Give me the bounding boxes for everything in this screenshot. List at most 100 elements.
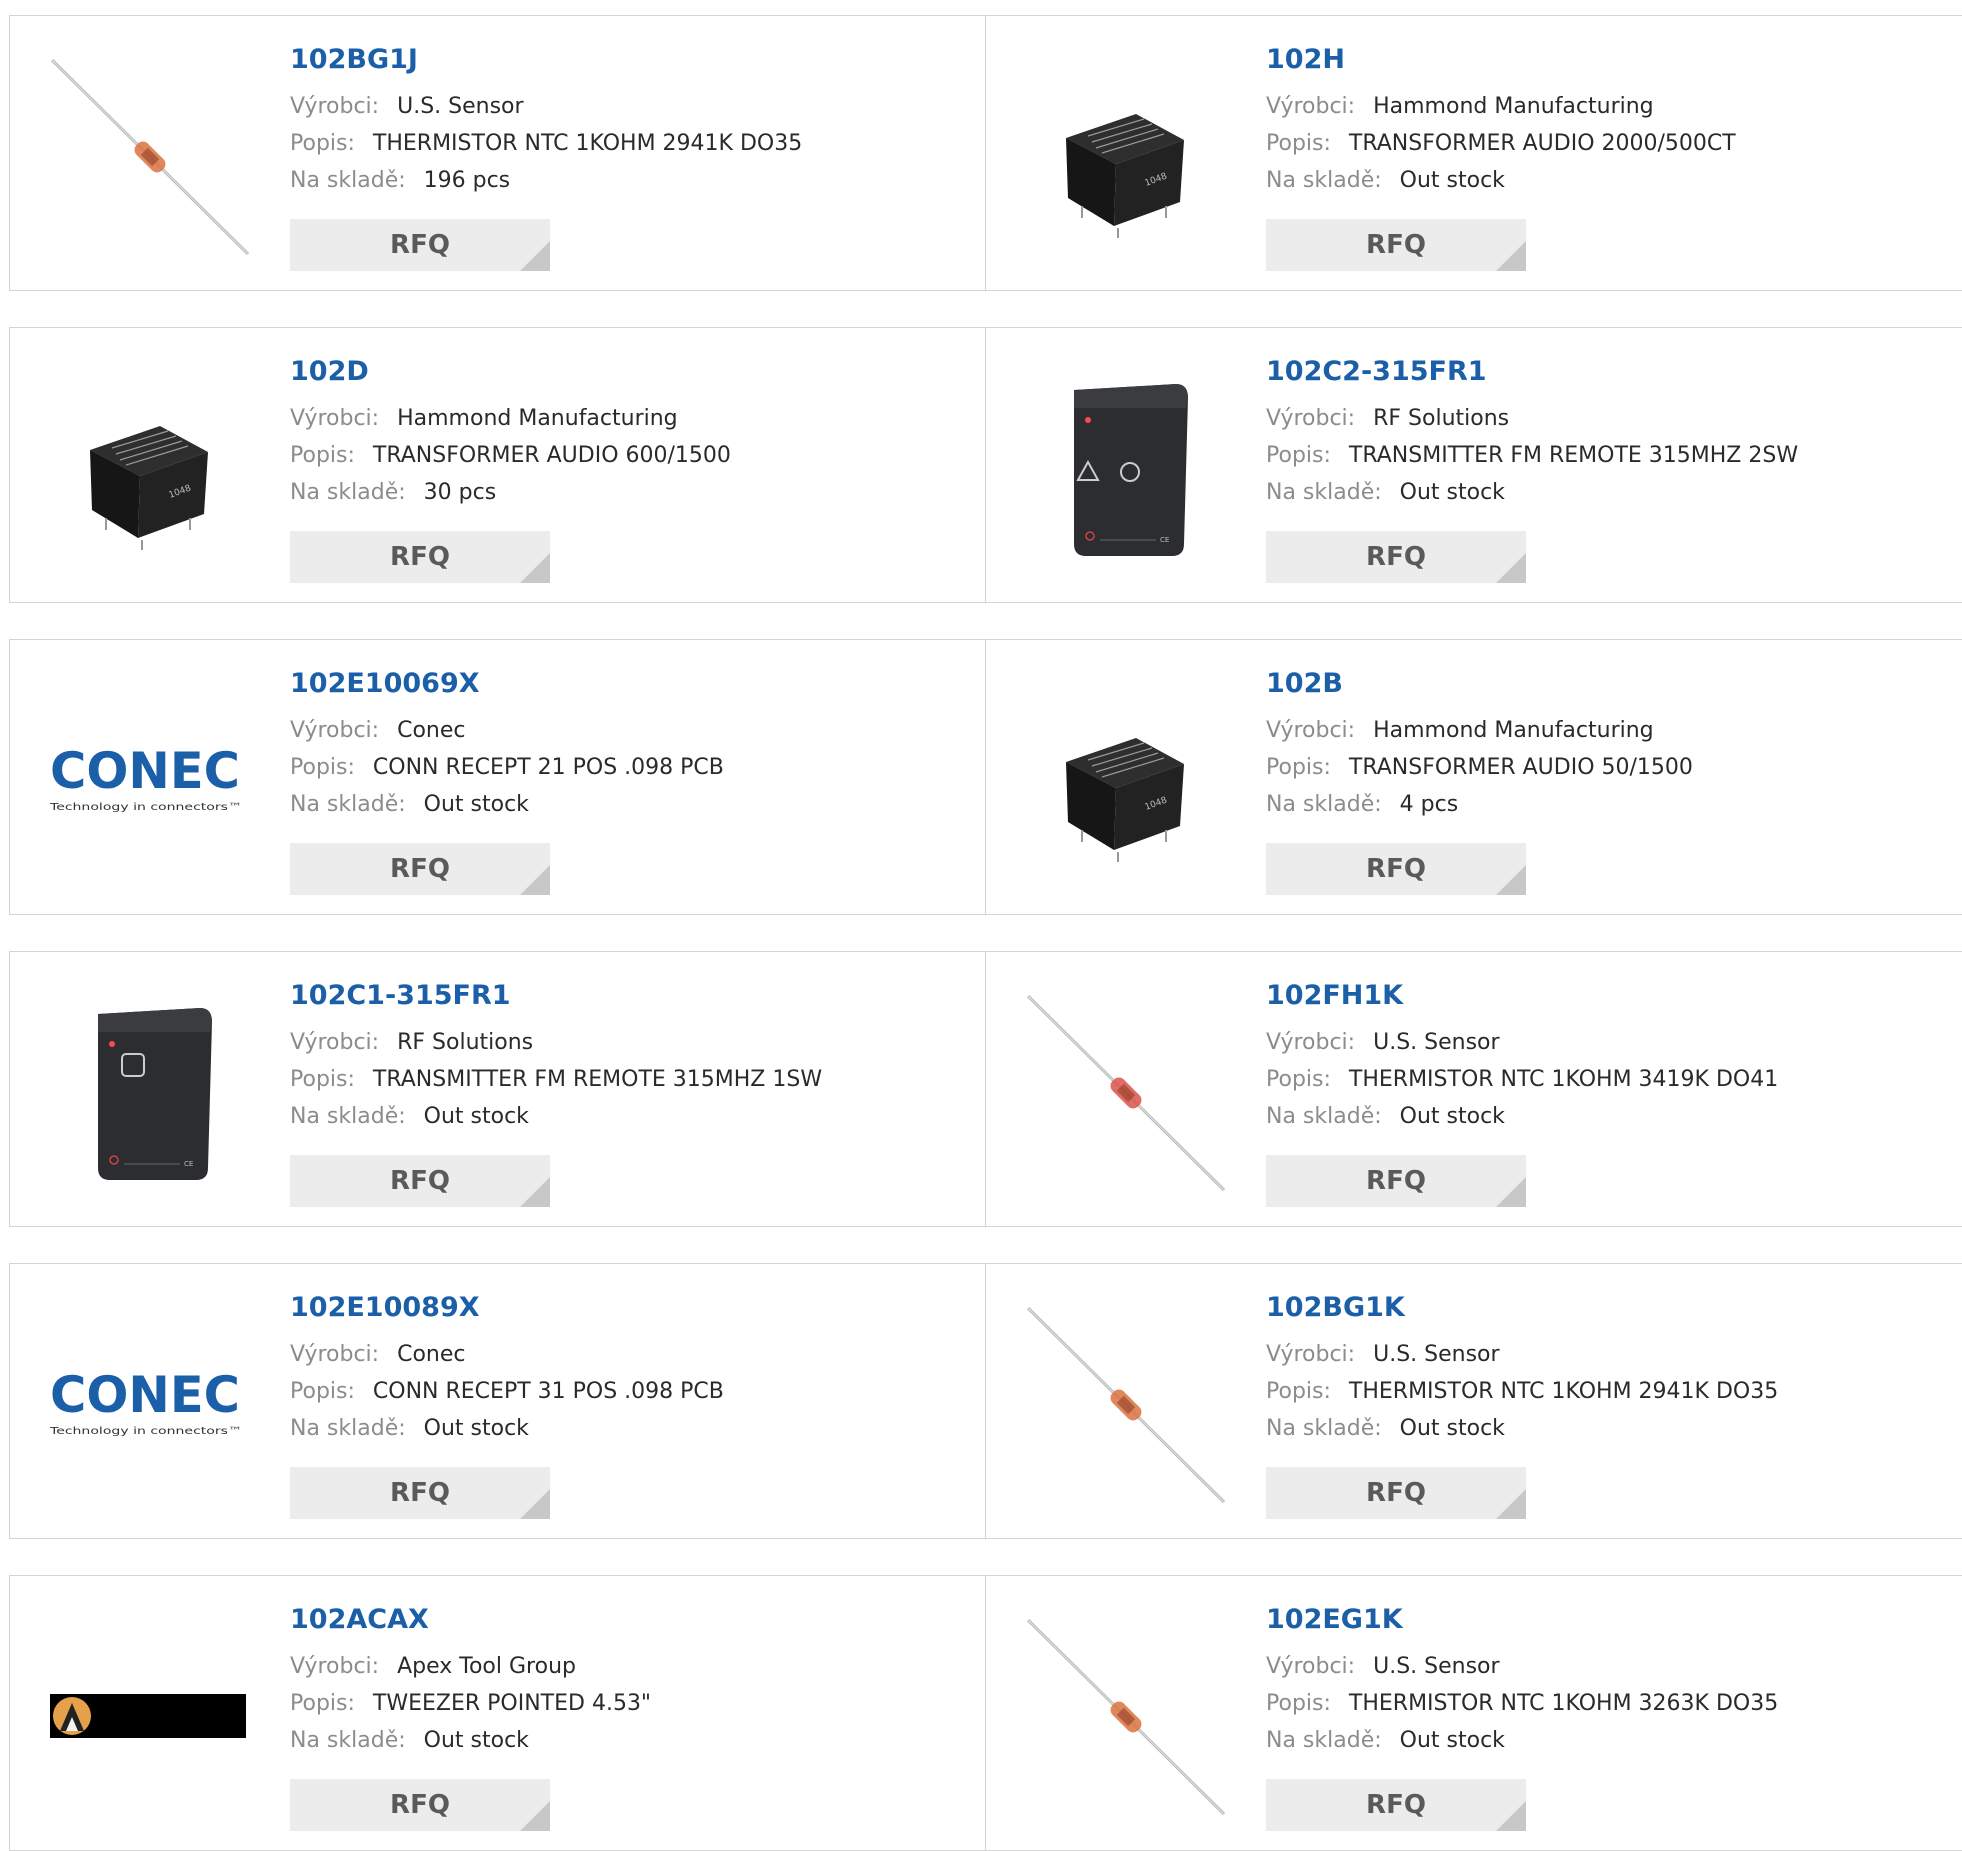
manufacturer-value: Hammond Manufacturing	[1373, 718, 1654, 743]
rfq-label: RFQ	[390, 1790, 450, 1820]
rfq-button[interactable]: RFQ	[290, 1779, 550, 1831]
product-image[interactable]: CONEC Technology in connectors™	[50, 680, 250, 880]
product-image[interactable]	[1026, 992, 1226, 1192]
part-number-link[interactable]: 102ACAX	[290, 1604, 651, 1636]
product-image[interactable]: CONEC Technology in connectors™	[50, 1304, 250, 1504]
product-card: CE 102C2-315FR1 Výrobci: RF Solutions Pop…	[985, 327, 1962, 603]
manufacturer-row: Výrobci: Conec	[290, 712, 724, 749]
stock-label: Na skladě:	[290, 480, 406, 505]
rfq-button[interactable]: RFQ	[290, 531, 550, 583]
manufacturer-label: Výrobci:	[1266, 1030, 1356, 1055]
rfq-button[interactable]: RFQ	[290, 1155, 550, 1207]
part-number-link[interactable]: 102BG1J	[290, 44, 802, 76]
manufacturer-value: Conec	[397, 1342, 466, 1367]
stock-label: Na skladě:	[290, 1728, 406, 1753]
part-number-link[interactable]: 102C2-315FR1	[1266, 356, 1798, 388]
rfq-button[interactable]: RFQ	[1266, 1155, 1526, 1207]
rfq-label: RFQ	[1366, 854, 1426, 884]
description-value: CONN RECEPT 31 POS .098 PCB	[372, 1379, 724, 1404]
stock-label: Na skladě:	[290, 792, 406, 817]
part-number-link[interactable]: 102FH1K	[1266, 980, 1778, 1012]
description-row: Popis: CONN RECEPT 31 POS .098 PCB	[290, 1373, 724, 1410]
product-image[interactable]	[1026, 1616, 1226, 1816]
product-row: CONEC Technology in connectors™ 102E1006…	[9, 639, 1962, 915]
description-value: THERMISTOR NTC 1KOHM 2941K DO35	[1348, 1379, 1779, 1404]
product-row: 1048 102D Výrobci: Hammond Manufacturing …	[9, 327, 1962, 603]
manufacturer-value: U.S. Sensor	[1373, 1030, 1500, 1055]
rfq-button[interactable]: RFQ	[290, 843, 550, 895]
product-card: CONEC Technology in connectors™ 102E1006…	[9, 639, 987, 915]
manufacturer-label: Výrobci:	[290, 1342, 380, 1367]
stock-label: Na skladě:	[1266, 480, 1382, 505]
rfq-button[interactable]: RFQ	[1266, 1779, 1526, 1831]
description-row: Popis: TRANSFORMER AUDIO 600/1500	[290, 437, 731, 474]
rfq-button[interactable]: RFQ	[1266, 1467, 1526, 1519]
stock-label: Na skladě:	[1266, 1416, 1382, 1441]
corner-decoration	[520, 1801, 550, 1831]
conec-wordmark: CONEC	[50, 742, 240, 800]
rfq-label: RFQ	[1366, 230, 1426, 260]
product-card: CE 102C1-315FR1 Výrobci: RF Solutions Pop…	[9, 951, 987, 1227]
part-number-link[interactable]: 102E10089X	[290, 1292, 724, 1324]
product-card: 102ACAX Výrobci: Apex Tool Group Popis: TW…	[9, 1575, 987, 1851]
description-value: TRANSFORMER AUDIO 2000/500CT	[1348, 131, 1736, 156]
description-label: Popis:	[1266, 1379, 1331, 1404]
rfq-label: RFQ	[1366, 1166, 1426, 1196]
product-image[interactable]: 1048	[50, 368, 250, 568]
product-image[interactable]: 1048	[1026, 680, 1226, 880]
description-label: Popis:	[1266, 1067, 1331, 1092]
conec-tagline: Technology in connectors™	[50, 1426, 242, 1437]
stock-value: Out stock	[1399, 168, 1505, 193]
stock-label: Na skladě:	[290, 1104, 406, 1129]
description-row: Popis: THERMISTOR NTC 1KOHM 2941K DO35	[1266, 1373, 1778, 1410]
product-image[interactable]: CE	[50, 992, 250, 1192]
product-image[interactable]	[50, 56, 250, 256]
description-row: Popis: TRANSMITTER FM REMOTE 315MHZ 1SW	[290, 1061, 822, 1098]
product-info: 102FH1K Výrobci: U.S. Sensor Popis: THERMI…	[1266, 980, 1778, 1135]
product-info: 102D Výrobci: Hammond Manufacturing Popis…	[290, 356, 731, 511]
corner-decoration	[520, 1177, 550, 1207]
rfq-label: RFQ	[390, 1166, 450, 1196]
part-number-link[interactable]: 102EG1K	[1266, 1604, 1778, 1636]
part-number-link[interactable]: 102C1-315FR1	[290, 980, 822, 1012]
product-row: CONEC Technology in connectors™ 102E1008…	[9, 1263, 1962, 1539]
manufacturer-value: Hammond Manufacturing	[397, 406, 678, 431]
svg-text:CE: CE	[1160, 536, 1169, 544]
rfq-label: RFQ	[1366, 1478, 1426, 1508]
product-image[interactable]: CE	[1026, 368, 1226, 568]
corner-decoration	[520, 1489, 550, 1519]
product-info: 102B Výrobci: Hammond Manufacturing Popis…	[1266, 668, 1693, 823]
product-row: 102ACAX Výrobci: Apex Tool Group Popis: TW…	[9, 1575, 1962, 1851]
product-image[interactable]	[50, 1616, 250, 1816]
part-number-link[interactable]: 102H	[1266, 44, 1736, 76]
part-number-link[interactable]: 102BG1K	[1266, 1292, 1778, 1324]
description-value: TRANSFORMER AUDIO 600/1500	[372, 443, 731, 468]
product-image[interactable]: 1048	[1026, 56, 1226, 256]
product-image[interactable]	[1026, 1304, 1226, 1504]
svg-text:CE: CE	[184, 1160, 193, 1168]
rfq-label: RFQ	[1366, 542, 1426, 572]
stock-label: Na skladě:	[290, 168, 406, 193]
manufacturer-row: Výrobci: U.S. Sensor	[1266, 1648, 1778, 1685]
stock-value: Out stock	[423, 1104, 529, 1129]
part-number-link[interactable]: 102D	[290, 356, 731, 388]
stock-row: Na skladě: Out stock	[1266, 162, 1736, 199]
part-number-link[interactable]: 102E10069X	[290, 668, 724, 700]
manufacturer-label: Výrobci:	[1266, 94, 1356, 119]
product-info: 102ACAX Výrobci: Apex Tool Group Popis: TW…	[290, 1604, 651, 1759]
stock-label: Na skladě:	[1266, 168, 1382, 193]
product-card: 102FH1K Výrobci: U.S. Sensor Popis: THERMI…	[985, 951, 1962, 1227]
corner-decoration	[520, 865, 550, 895]
rfq-button[interactable]: RFQ	[1266, 843, 1526, 895]
manufacturer-value: RF Solutions	[397, 1030, 534, 1055]
stock-label: Na skladě:	[1266, 1104, 1382, 1129]
manufacturer-row: Výrobci: Hammond Manufacturing	[1266, 712, 1693, 749]
part-number-link[interactable]: 102B	[1266, 668, 1693, 700]
rfq-button[interactable]: RFQ	[1266, 219, 1526, 271]
rfq-button[interactable]: RFQ	[290, 1467, 550, 1519]
rfq-button[interactable]: RFQ	[290, 219, 550, 271]
stock-value: Out stock	[1399, 1416, 1505, 1441]
stock-value: 196 pcs	[423, 168, 511, 193]
rfq-button[interactable]: RFQ	[1266, 531, 1526, 583]
manufacturer-value: U.S. Sensor	[1373, 1342, 1500, 1367]
